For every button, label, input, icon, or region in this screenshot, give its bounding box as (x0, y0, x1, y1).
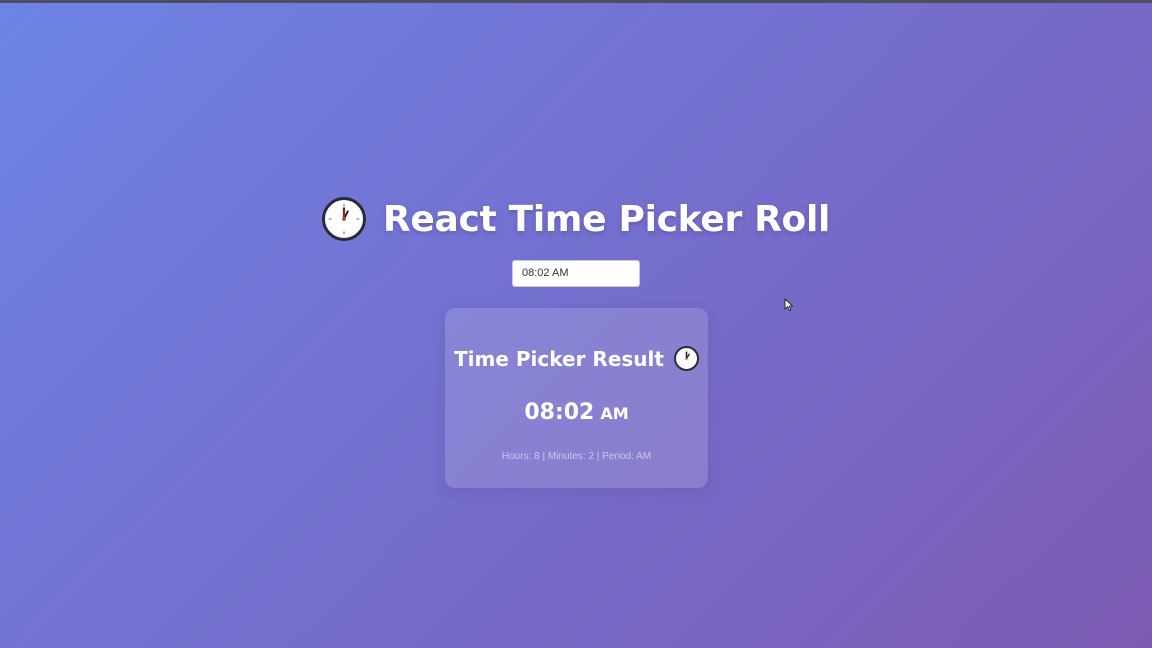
page-header: React Time Picker Roll (0, 193, 1152, 245)
card-title-row: Time Picker Result (445, 346, 708, 371)
window-top-border (0, 0, 1152, 3)
clock-icon (321, 197, 366, 241)
minutes-label: Minutes: (547, 451, 586, 462)
mouse-cursor-icon (784, 298, 794, 312)
time-picker-input[interactable]: 08:02 AM (512, 260, 640, 287)
period-value: AM (636, 451, 652, 462)
details-separator: | (542, 451, 546, 462)
selected-time-value: 08:02 (524, 400, 595, 425)
card-title: Time Picker Result (454, 346, 664, 371)
time-details: Hours: 8 | Minutes: 2 | Period: AM (445, 451, 708, 462)
hours-label: Hours: (501, 451, 532, 462)
clock-icon (673, 346, 699, 371)
page-title: React Time Picker Roll (382, 198, 831, 240)
time-picker-result-card: Time Picker Result 08:02 AM Hours: 8 | Mi… (445, 308, 708, 488)
selected-time-display: 08:02 AM (445, 400, 708, 425)
details-separator: | (596, 451, 600, 462)
selected-time-period: AM (600, 404, 629, 423)
hours-value: 8 (534, 451, 540, 462)
period-label: Period: (602, 451, 634, 462)
minutes-value: 2 (588, 451, 594, 462)
